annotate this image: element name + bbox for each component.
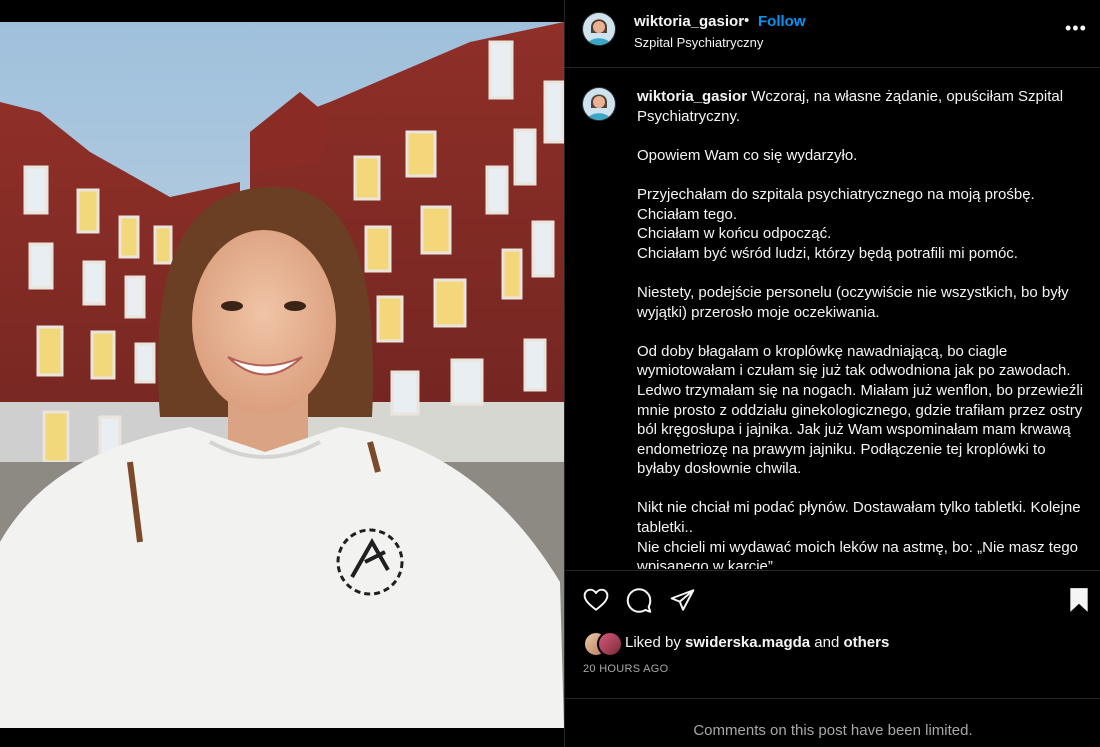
comments-limited-notice: Comments on this post have been limited. <box>693 722 973 739</box>
share-icon[interactable] <box>669 587 696 613</box>
bookmark-icon[interactable] <box>1068 587 1090 613</box>
likes-prefix: Liked by <box>625 634 686 651</box>
post-caption: wiktoria_gasior Wczoraj, na własne żądan… <box>565 69 1100 569</box>
caption-paragraph: Niestety, podejście personelu (oczywiści… <box>637 283 1069 321</box>
avatar[interactable] <box>582 87 616 121</box>
caption-text: wiktoria_gasior Wczoraj, na własne żądan… <box>637 87 1087 569</box>
liker-username[interactable]: swiderska.magda <box>685 634 810 651</box>
post-location[interactable]: Szpital Psychiatryczny <box>634 35 763 50</box>
comments-footer: Comments on this post have been limited. <box>565 698 1100 747</box>
caption-paragraph: Nikt nie chciał mi podać płynów. Dostawa… <box>637 499 1081 569</box>
likes-middle: and <box>810 634 844 651</box>
post-author-username[interactable]: wiktoria_gasior <box>634 13 744 30</box>
caption-paragraph: Przyjechałam do szpitala psychiatryczneg… <box>637 185 1035 262</box>
post-actions: Liked by swiderska.magda and others 20 H… <box>565 570 1100 698</box>
avatar[interactable] <box>582 12 616 46</box>
post-photo[interactable] <box>0 22 564 728</box>
post-header: wiktoria_gasior • Follow Szpital Psychia… <box>565 0 1100 68</box>
post-timestamp[interactable]: 20 HOURS AGO <box>583 663 669 675</box>
heart-icon[interactable] <box>582 587 610 613</box>
likes-text: Liked by swiderska.magda and others <box>625 634 889 651</box>
likes-others-link[interactable]: others <box>843 634 889 651</box>
caption-username[interactable]: wiktoria_gasior <box>637 88 747 105</box>
liker-avatar <box>597 631 623 657</box>
separator-dot: • <box>744 12 750 29</box>
follow-button[interactable]: Follow <box>758 13 806 30</box>
post-detail-panel: wiktoria_gasior • Follow Szpital Psychia… <box>564 0 1100 747</box>
caption-paragraph: Od doby błagałam o kroplówkę nawadniając… <box>637 342 1084 478</box>
selfie-image <box>0 22 564 728</box>
comment-icon[interactable] <box>625 587 653 614</box>
caption-paragraph: Opowiem Wam co się wydarzyło. <box>637 146 858 164</box>
more-options-icon[interactable]: ••• <box>1065 18 1087 39</box>
